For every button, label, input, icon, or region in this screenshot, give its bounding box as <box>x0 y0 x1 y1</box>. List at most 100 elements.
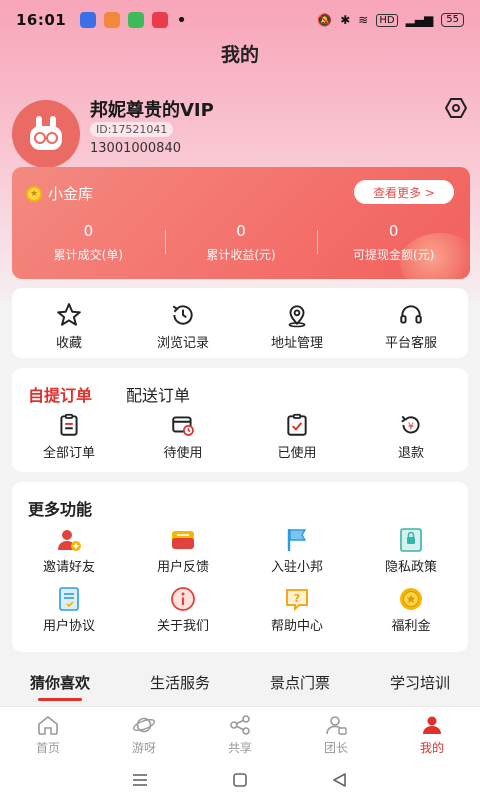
func-invite-friends[interactable]: 邀请好友 <box>12 526 126 575</box>
nav-mine[interactable]: 我的 <box>384 707 480 760</box>
tab-label: 景点门票 <box>269 674 330 692</box>
user-icon <box>423 716 441 734</box>
func-user-feedback[interactable]: 用户反馈 <box>126 526 240 575</box>
stat-value: 0 <box>388 222 399 240</box>
menu-icon[interactable] <box>131 771 149 789</box>
order-item-used[interactable]: 已使用 <box>240 412 354 461</box>
avatar[interactable] <box>12 100 80 168</box>
status-time: 16:01 <box>16 11 67 29</box>
quick-item-favorites[interactable]: 收藏 <box>12 288 126 358</box>
nav-label: 游呀 <box>131 741 156 755</box>
nav-label: 我的 <box>419 741 444 755</box>
star-icon <box>57 303 81 326</box>
wifi-icon: ≋ <box>358 13 369 27</box>
quick-item-address[interactable]: 地址管理 <box>240 288 354 358</box>
func-user-agreement[interactable]: 用户协议 <box>12 585 126 634</box>
nav-leader[interactable]: 团长 <box>288 707 384 760</box>
stat-total-income[interactable]: 0 累计收益(元) <box>164 222 318 263</box>
stat-total-deals[interactable]: 0 累计成交(单) <box>12 222 165 263</box>
tab-learning-training[interactable]: 学习培训 <box>390 672 450 699</box>
active-tab-indicator <box>37 698 82 701</box>
tab-guess-you-like[interactable]: 猜你喜欢 <box>29 672 90 701</box>
vault-title-text: 小金库 <box>48 185 94 203</box>
order-label: 全部订单 <box>42 446 95 461</box>
vault-stats: 0 累计成交(单) 0 累计收益(元) 0 可提现金额(元) <box>12 222 470 263</box>
profile-name: 邦妮尊贵的VIP <box>90 100 214 121</box>
order-item-refund[interactable]: ¥ 退款 <box>354 412 468 461</box>
status-app-icons: • <box>80 10 187 31</box>
system-navigation <box>0 760 480 800</box>
network-label: HD <box>376 13 398 27</box>
function-grid: 邀请好友 用户反馈 入驻小邦 隐私政策 用户协议 关于我们 ? 帮助中心 福利金 <box>12 526 468 634</box>
bottom-navigation: 首页 游呀 共享 团长 我的 <box>0 706 480 760</box>
nav-label: 首页 <box>35 741 60 755</box>
tab-delivery-orders[interactable]: 配送订单 <box>126 382 190 406</box>
status-bar: 16:01 • 🔕 ✱ ≋ HD ▂▄▆ 55 <box>0 0 480 40</box>
invite-icon <box>58 530 81 551</box>
status-indicators: 🔕 ✱ ≋ HD ▂▄▆ 55 <box>317 13 464 27</box>
feedback-icon <box>172 531 194 549</box>
order-label: 已使用 <box>277 446 317 461</box>
app-notification-icon <box>104 12 121 28</box>
checked-icon <box>287 413 307 436</box>
mute-icon: 🔕 <box>317 13 333 27</box>
refund-icon: ¥ <box>401 415 420 434</box>
category-tabs: 猜你喜欢 生活服务 景点门票 学习培训 <box>0 672 480 701</box>
func-privacy-policy[interactable]: 隐私政策 <box>354 526 468 575</box>
tab-label: 猜你喜欢 <box>29 674 90 692</box>
quick-label: 地址管理 <box>270 336 323 351</box>
back-icon[interactable] <box>331 771 349 789</box>
nav-label: 团长 <box>323 741 348 755</box>
order-label: 待使用 <box>163 446 203 461</box>
quick-label: 收藏 <box>55 336 82 351</box>
stat-label: 累计收益(元) <box>206 248 276 262</box>
nav-share[interactable]: 共享 <box>192 707 288 760</box>
order-item-pending[interactable]: 待使用 <box>126 412 240 461</box>
history-icon <box>172 305 193 325</box>
order-item-all[interactable]: 全部订单 <box>12 412 126 461</box>
quick-label: 平台客服 <box>384 336 437 351</box>
quick-item-history[interactable]: 浏览记录 <box>126 288 240 358</box>
quick-label: 浏览记录 <box>156 336 209 351</box>
location-icon <box>288 305 306 328</box>
quick-item-support[interactable]: 平台客服 <box>354 288 468 358</box>
func-label: 邀请好友 <box>42 560 95 575</box>
func-label: 隐私政策 <box>384 560 437 575</box>
planet-icon <box>132 717 156 733</box>
battery-level: 55 <box>441 13 464 27</box>
tab-life-services[interactable]: 生活服务 <box>150 672 210 699</box>
func-label: 用户协议 <box>42 619 95 634</box>
coin-icon: ★ <box>26 185 42 202</box>
svg-text:¥: ¥ <box>408 421 414 432</box>
stat-value: 0 <box>83 222 94 240</box>
func-label: 关于我们 <box>156 619 209 634</box>
home-icon <box>38 715 58 735</box>
stat-label: 可提现金额(元) <box>352 248 435 262</box>
home-square-icon[interactable] <box>231 771 249 789</box>
stat-withdrawable[interactable]: 0 可提现金额(元) <box>317 222 470 263</box>
signal-icon: ▂▄▆ <box>405 13 434 27</box>
func-join[interactable]: 入驻小邦 <box>240 526 354 575</box>
func-welfare-fund[interactable]: 福利金 <box>354 585 468 634</box>
tab-scenic-tickets[interactable]: 景点门票 <box>270 672 330 699</box>
nav-label: 共享 <box>227 741 252 755</box>
privacy-icon <box>400 528 422 552</box>
share-icon <box>230 715 250 735</box>
order-tabs: 自提订单 配送订单 <box>28 382 190 406</box>
func-help-center[interactable]: ? 帮助中心 <box>240 585 354 634</box>
page-title: 我的 <box>220 44 259 66</box>
tab-pickup-orders[interactable]: 自提订单 <box>28 382 92 406</box>
pending-icon <box>172 416 194 436</box>
settings-icon[interactable] <box>444 96 468 120</box>
info-icon <box>171 587 195 611</box>
vault-card: ★ 小金库 查看更多 > 0 累计成交(单) 0 累计收益(元) 0 可提现金额… <box>12 167 470 279</box>
func-about-us[interactable]: 关于我们 <box>126 585 240 634</box>
tab-label: 生活服务 <box>149 674 210 692</box>
flag-icon <box>287 529 307 551</box>
help-icon: ? <box>286 589 308 612</box>
order-items: 全部订单 待使用 已使用 ¥ 退款 <box>12 412 468 461</box>
nav-travel[interactable]: 游呀 <box>96 707 192 760</box>
nav-home[interactable]: 首页 <box>0 707 96 760</box>
stat-value: 0 <box>236 222 246 240</box>
view-more-button[interactable]: 查看更多 > <box>354 180 454 204</box>
